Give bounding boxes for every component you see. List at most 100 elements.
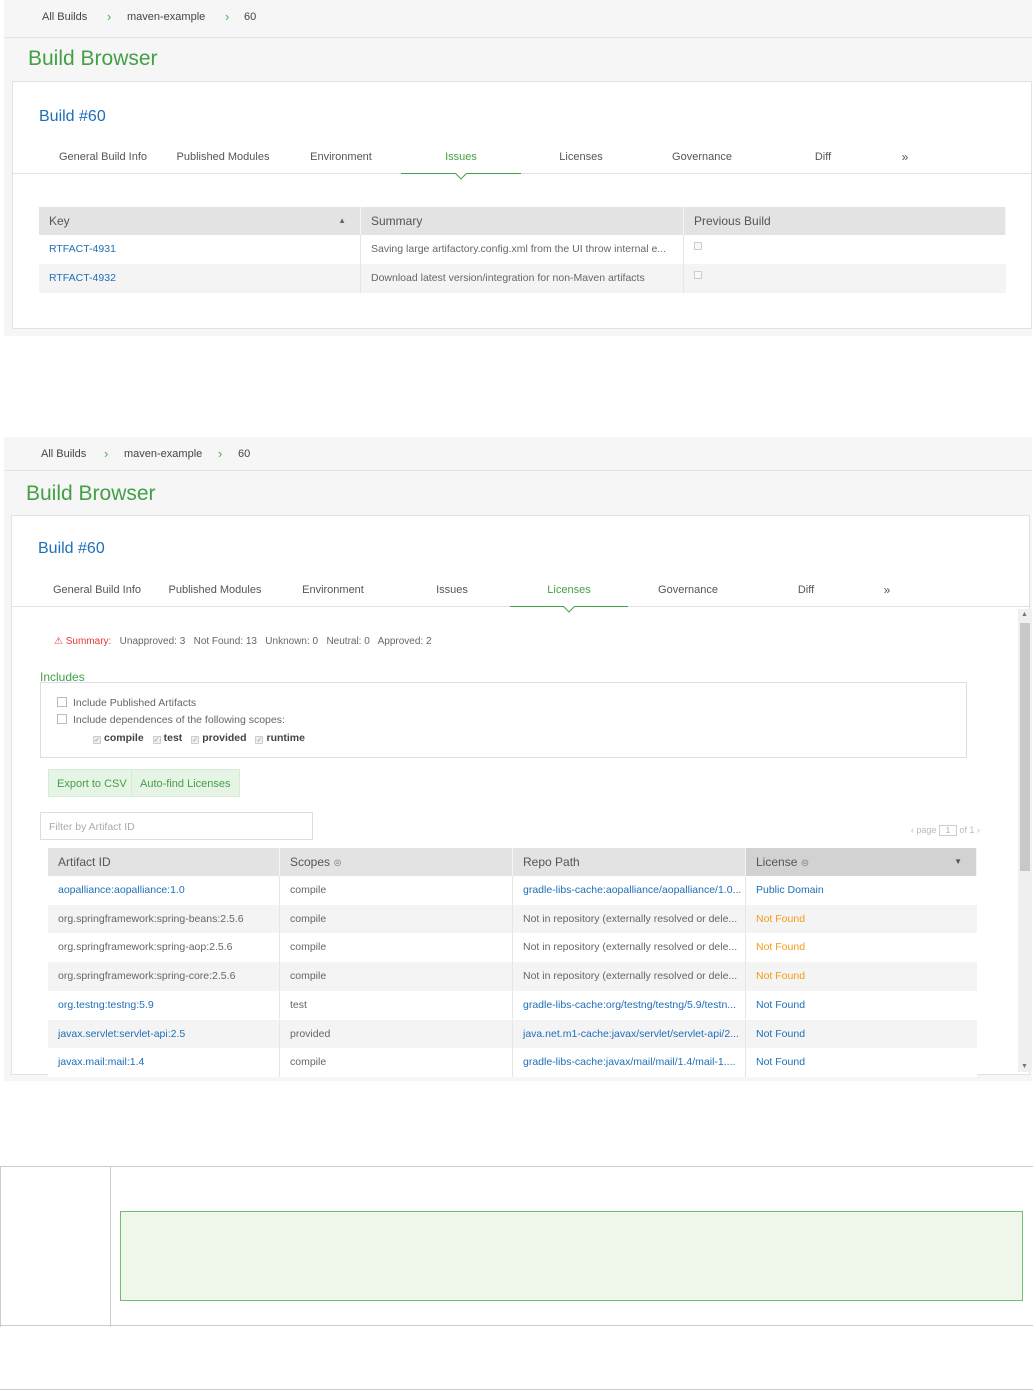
repo-path-cell[interactable]: java.net.m1-cache:javax/servlet/servlet-… <box>513 1019 746 1049</box>
filter-icon[interactable]: ⊜ <box>801 858 809 869</box>
scope-cell: compile <box>280 933 513 963</box>
license-cell[interactable]: Not Found <box>746 1020 977 1049</box>
previous-build-checkbox[interactable] <box>684 235 1006 264</box>
sort-ascending-icon[interactable]: ▲ <box>338 207 346 235</box>
scope-runtime-checkbox[interactable]: ✓ <box>255 736 264 744</box>
table-row: org.testng:testng:5.9 test gradle-libs-cac… <box>48 990 977 1020</box>
table-row: org.springframework:spring-beans:2.5.6 co… <box>48 904 977 934</box>
table-row: RTFACT-4932 Download latest version/inte… <box>39 264 1006 293</box>
auto-find-licenses-button[interactable]: Auto-find Licenses <box>131 769 240 797</box>
scope-cell: compile <box>280 1048 513 1077</box>
license-cell: Not Found <box>756 912 806 925</box>
issue-summary: Saving large artifactory.config.xml from… <box>361 235 684 264</box>
scope-cell: compile <box>280 876 513 905</box>
breadcrumb-separator-icon: › <box>107 9 112 24</box>
tab-licenses[interactable]: Licenses <box>510 579 628 607</box>
repo-path-cell: Not in repository (externally resolved o… <box>513 904 746 934</box>
export-csv-button[interactable]: Export to CSV <box>48 769 136 797</box>
repo-path-cell: Not in repository (externally resolved o… <box>513 933 746 963</box>
previous-build-checkbox[interactable] <box>684 264 1006 293</box>
column-header-key[interactable]: Key ▲ <box>39 207 361 235</box>
tab-issues[interactable]: Issues <box>392 579 512 607</box>
column-header-scopes[interactable]: Scopes ⊜ <box>280 848 513 876</box>
artifact-id-cell[interactable]: javax.mail:mail:1.4 <box>48 1048 280 1077</box>
vertical-scrollbar[interactable]: ▲ ▼ <box>1018 609 1032 1072</box>
tab-published-modules[interactable]: Published Modules <box>155 579 275 607</box>
build-title: Build #60 <box>39 108 106 125</box>
warning-icon: ⚠ <box>54 636 63 647</box>
tab-governance[interactable]: Governance <box>628 579 748 607</box>
scrollbar-thumb[interactable] <box>1020 623 1030 871</box>
breadcrumb-all-builds[interactable]: All Builds <box>41 448 86 460</box>
column-header-previous-build[interactable]: Previous Build <box>684 207 1006 235</box>
column-header-repo-path[interactable]: Repo Path <box>513 848 746 876</box>
tab-environment[interactable]: Environment <box>281 146 401 174</box>
tab-diff[interactable]: Diff <box>746 579 866 607</box>
license-cell: Not Found <box>756 941 806 954</box>
license-cell[interactable]: Not Found <box>746 1048 977 1077</box>
repo-path-cell[interactable]: gradle-libs-cache:org/testng/testng/5.9/… <box>513 990 746 1020</box>
repo-path-cell[interactable]: gradle-libs-cache:javax/mail/mail/1.4/ma… <box>513 1048 746 1077</box>
breadcrumb-build-number[interactable]: 60 <box>238 448 250 460</box>
license-cell[interactable]: Public Domain <box>746 876 977 905</box>
divider <box>0 1389 1033 1390</box>
tab-general-build-info[interactable]: General Build Info <box>37 579 157 607</box>
include-published-option[interactable]: Include Published Artifacts <box>57 697 196 709</box>
artifact-id-cell[interactable]: javax.servlet:servlet-api:2.5 <box>48 1019 280 1049</box>
license-cell[interactable]: Not Found <box>746 991 977 1020</box>
column-header-artifact-id[interactable]: Artifact ID <box>48 848 280 876</box>
tab-environment[interactable]: Environment <box>273 579 393 607</box>
artifact-id-cell: org.springframework:spring-core:2.5.6 <box>48 962 280 991</box>
table-row: RTFACT-4931 Saving large artifactory.con… <box>39 235 1006 264</box>
table-row: org.springframework:spring-core:2.5.6 com… <box>48 962 977 991</box>
scope-cell: compile <box>280 904 513 934</box>
tab-published-modules[interactable]: Published Modules <box>163 146 283 174</box>
table-row: javax.mail:mail:1.4 compile gradle-libs-ca… <box>48 1048 977 1077</box>
issue-key-link[interactable]: RTFACT-4932 <box>39 264 361 293</box>
issue-summary: Download latest version/integration for … <box>361 264 684 293</box>
repo-path-cell[interactable]: gradle-libs-cache:aopalliance/aopallianc… <box>513 876 746 905</box>
column-header-summary[interactable]: Summary <box>361 207 684 235</box>
scope-cell: test <box>280 990 513 1020</box>
more-tabs-icon[interactable]: » <box>885 146 925 174</box>
scope-test-checkbox[interactable]: ✓ <box>152 736 161 744</box>
breadcrumb-build-name[interactable]: maven-example <box>124 448 202 460</box>
scope-provided-checkbox[interactable]: ✓ <box>191 736 200 744</box>
dropdown-arrow-icon[interactable]: ▼ <box>954 848 962 876</box>
tab-governance[interactable]: Governance <box>642 146 762 174</box>
include-published-checkbox[interactable] <box>57 697 67 707</box>
artifact-id-cell[interactable]: org.testng:testng:5.9 <box>48 990 280 1020</box>
artifact-id-cell[interactable]: aopalliance:aopalliance:1.0 <box>48 876 280 905</box>
scroll-down-icon[interactable]: ▼ <box>1021 1063 1028 1070</box>
artifact-id-cell: org.springframework:spring-beans:2.5.6 <box>48 904 280 934</box>
more-tabs-icon[interactable]: » <box>867 579 907 607</box>
tab-general-build-info[interactable]: General Build Info <box>43 146 163 174</box>
tab-licenses[interactable]: Licenses <box>521 146 641 174</box>
breadcrumb-build-name[interactable]: maven-example <box>127 11 205 23</box>
include-dependencies-checkbox[interactable] <box>57 714 67 724</box>
scope-cell: compile <box>280 962 513 991</box>
filter-artifact-input[interactable]: Filter by Artifact ID <box>40 812 313 840</box>
bottom-table-fragment <box>0 1166 1033 1327</box>
build-panel: Build #60 General Build Info Published M… <box>12 81 1032 329</box>
page-number-input[interactable]: 1 <box>938 825 957 837</box>
issue-key-link[interactable]: RTFACT-4931 <box>39 235 361 264</box>
page-title: Build Browser <box>28 47 158 70</box>
scroll-up-icon[interactable]: ▲ <box>1021 611 1028 618</box>
breadcrumb-separator-icon: › <box>225 9 230 24</box>
breadcrumb-build-number[interactable]: 60 <box>244 11 256 23</box>
column-header-license[interactable]: License ⊜ ▼ <box>746 848 977 876</box>
breadcrumb-all-builds[interactable]: All Builds <box>42 11 87 23</box>
tab-diff[interactable]: Diff <box>763 146 883 174</box>
issues-table-header: Key ▲ Summary Previous Build <box>39 207 1006 235</box>
build-title: Build #60 <box>38 540 105 557</box>
tab-issues[interactable]: Issues <box>401 146 521 174</box>
include-dependencies-option[interactable]: Include dependences of the following sco… <box>57 714 285 726</box>
prev-page-icon[interactable]: ‹ <box>911 825 914 835</box>
filter-icon[interactable]: ⊜ <box>333 858 341 869</box>
scope-cell: provided <box>280 1019 513 1049</box>
issues-screenshot: All Builds › maven-example › 60 Build Br… <box>4 0 1032 336</box>
scope-compile-checkbox[interactable]: ✓ <box>93 736 101 744</box>
next-page-icon[interactable]: › <box>977 825 980 835</box>
page-title: Build Browser <box>26 482 156 505</box>
